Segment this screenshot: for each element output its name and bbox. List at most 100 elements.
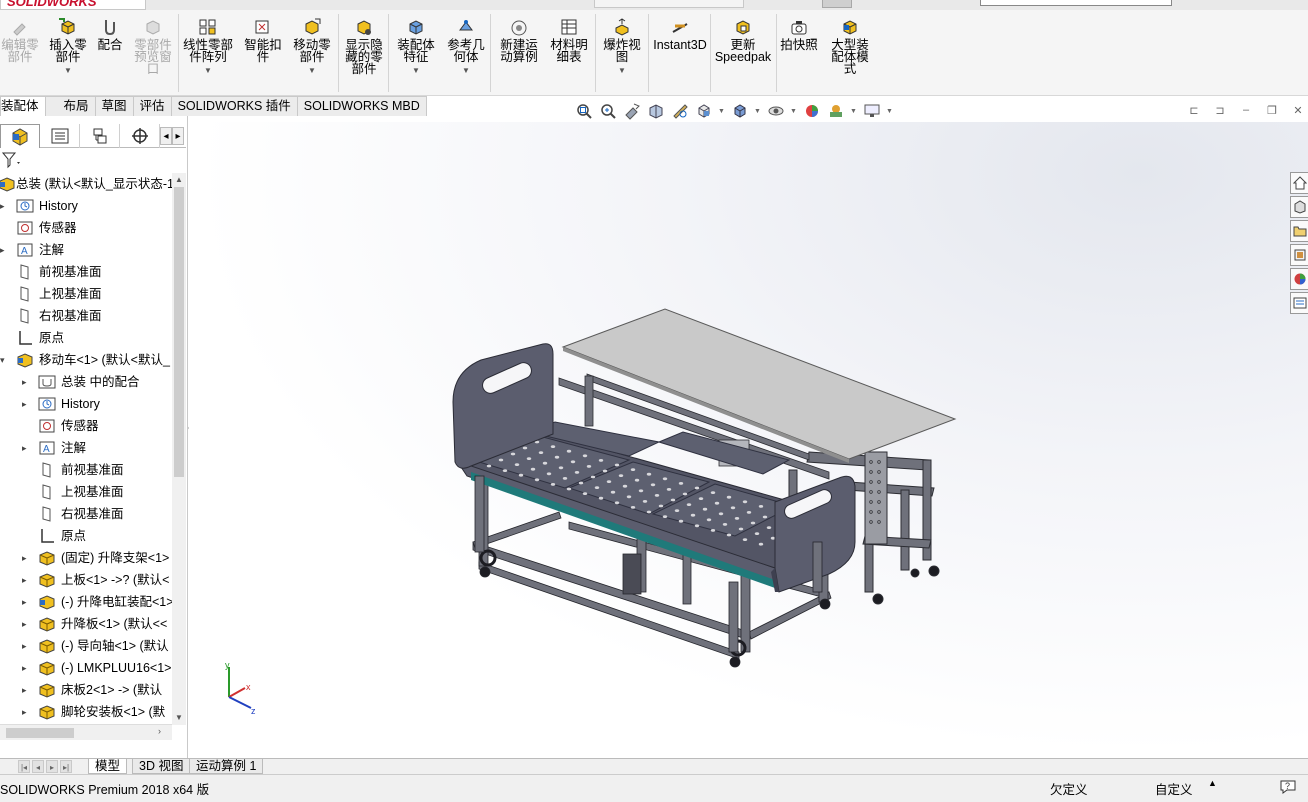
tree-expand-arrow[interactable]: ▸ [22, 569, 32, 591]
tree-item[interactable]: ▾ 移动车<1> (默认<默认_ [0, 349, 172, 371]
zoom-to-fit-icon[interactable] [574, 101, 594, 121]
hide-show-dropdown[interactable]: ▼ [790, 108, 798, 115]
tree-item[interactable]: ▸ 升降板<1> (默认<< [0, 613, 172, 635]
tree-expand-arrow[interactable]: ▸ [0, 195, 10, 217]
command-button-linear-pattern[interactable]: 线性零部 件阵列 ▼ [181, 18, 235, 77]
restore-icon[interactable]: ❐ [1264, 103, 1280, 117]
tree-expand-arrow[interactable]: ▸ [22, 701, 32, 723]
title-toolbar-button[interactable] [822, 0, 852, 8]
command-button-move-component[interactable]: 移动零 部件 ▼ [292, 18, 332, 77]
solidworks-logo[interactable]: SOLIDWORKS [0, 0, 146, 10]
tree-item[interactable]: ▸ (固定) 升降支架<1> [0, 547, 172, 569]
panel-scroll-left[interactable]: ◂ [160, 127, 172, 145]
command-dropdown-arrow[interactable]: ▼ [64, 65, 72, 77]
zoom-to-area-icon[interactable] [598, 101, 618, 121]
command-button-speedpak[interactable]: 更新 Speedpak [715, 18, 771, 63]
solidworks-resources-icon[interactable] [1290, 172, 1308, 194]
tree-expand-arrow[interactable]: ▸ [22, 371, 32, 393]
command-dropdown-arrow[interactable]: ▼ [308, 65, 316, 77]
feature-manager-tab[interactable] [0, 124, 40, 148]
design-library-icon[interactable] [1290, 196, 1308, 218]
graphics-area[interactable]: y x z [189, 122, 1308, 758]
tab-5[interactable]: SOLIDWORKS MBD [296, 96, 427, 116]
tree-item[interactable]: ▸ A 注解 [0, 239, 172, 261]
command-button-exploded-view[interactable]: 爆炸视 图 ▼ [600, 18, 644, 77]
previous-tab-button[interactable]: ◂ [32, 760, 44, 773]
tree-item[interactable]: 传感器 [0, 415, 172, 437]
first-tab-button[interactable]: |◂ [18, 760, 30, 773]
tree-item[interactable]: 原点 [0, 327, 172, 349]
view-palette-icon[interactable] [1290, 244, 1308, 266]
status-units[interactable]: 自定义 [1155, 779, 1193, 798]
tab-2[interactable]: 草图 [94, 96, 134, 116]
tree-item[interactable]: ▸ (-) 导向轴<1> (默认 [0, 635, 172, 657]
command-dropdown-arrow[interactable]: ▼ [618, 65, 626, 77]
tree-item[interactable]: ▸ 上板<1> ->? (默认< [0, 569, 172, 591]
appearances-icon[interactable] [1290, 268, 1308, 290]
command-button-bom[interactable]: 材料明 细表 [549, 18, 589, 63]
tree-item[interactable]: 右视基准面 [0, 305, 172, 327]
view-orientation-icon[interactable] [694, 101, 714, 121]
tab-0[interactable]: 装配体 [0, 96, 46, 116]
command-button-instant3d[interactable]: Instant3D [653, 18, 707, 51]
hide-show-items-icon[interactable] [766, 101, 786, 121]
tree-item[interactable]: ▸ History [0, 393, 172, 415]
tree-item[interactable]: ▸ A 注解 [0, 437, 172, 459]
tab-4[interactable]: SOLIDWORKS 插件 [170, 96, 298, 116]
tab-3[interactable]: 评估 [132, 96, 172, 116]
command-button-show-hidden[interactable]: 显示隐 藏的零 部件 [344, 18, 384, 75]
apply-scene-icon[interactable] [826, 101, 846, 121]
custom-properties-icon[interactable] [1290, 292, 1308, 314]
next-tab-button[interactable]: ▸ [46, 760, 58, 773]
command-dropdown-arrow[interactable]: ▼ [204, 65, 212, 77]
section-view-icon[interactable] [646, 101, 666, 121]
bottom-tab-1[interactable]: 3D 视图 [132, 759, 191, 774]
command-dropdown-arrow[interactable]: ▼ [462, 65, 470, 77]
tree-item[interactable]: ▸ History [0, 195, 172, 217]
tree-expand-arrow[interactable]: ▸ [22, 547, 32, 569]
tree-item[interactable]: ▸ 床板2<1> -> (默认 [0, 679, 172, 701]
units-dropdown-arrow[interactable]: ▲ [1208, 778, 1217, 788]
search-input[interactable] [980, 0, 1172, 6]
view-orientation-dropdown[interactable]: ▼ [718, 108, 726, 115]
tree-expand-arrow[interactable]: ▸ [22, 393, 32, 415]
tree-item[interactable]: 上视基准面 [0, 481, 172, 503]
tree-item[interactable]: 上视基准面 [0, 283, 172, 305]
tree-item[interactable]: ▸ (-) LMKPLUU16<1> [0, 657, 172, 679]
tree-vertical-scrollbar[interactable]: ▲ ▼ [172, 173, 186, 725]
tree-expand-arrow[interactable]: ▸ [22, 613, 32, 635]
tree-expand-arrow[interactable]: ▾ [0, 349, 10, 371]
previous-window-icon[interactable]: ⊏ [1186, 103, 1202, 117]
command-dropdown-arrow[interactable]: ▼ [412, 65, 420, 77]
previous-view-icon[interactable] [622, 101, 642, 121]
tab-1[interactable]: 布局 [44, 96, 96, 116]
display-style-icon[interactable] [730, 101, 750, 121]
tree-expand-arrow[interactable]: ▸ [22, 437, 32, 459]
command-button-assembly-features[interactable]: 装配体 特征 ▼ [396, 18, 436, 77]
scroll-right-arrow[interactable]: › [158, 726, 161, 736]
file-explorer-icon[interactable] [1290, 220, 1308, 242]
tree-item[interactable]: ▸ 脚轮安装板<1> (默 [0, 701, 172, 723]
tree-item[interactable]: ▾总装 (默认<默认_显示状态-1 [0, 173, 172, 195]
command-button-edit-component[interactable]: 编辑零 部件 [0, 18, 40, 63]
property-manager-tab[interactable] [40, 124, 80, 148]
tree-item[interactable]: 右视基准面 [0, 503, 172, 525]
tree-expand-arrow[interactable]: ▸ [22, 679, 32, 701]
tree-expand-arrow[interactable]: ▸ [22, 635, 32, 657]
apply-scene-dropdown[interactable]: ▼ [850, 108, 858, 115]
next-window-icon[interactable]: ⊐ [1212, 103, 1228, 117]
command-button-snapshot[interactable]: 拍快照 [779, 18, 819, 51]
tree-item[interactable]: 前视基准面 [0, 261, 172, 283]
tree-expand-arrow[interactable]: ▸ [22, 591, 32, 613]
command-button-mate[interactable]: 配合 [96, 18, 124, 51]
last-tab-button[interactable]: ▸| [60, 760, 72, 773]
help-icon[interactable]: ? [1279, 777, 1297, 795]
bottom-tab-2[interactable]: 运动算例 1 [189, 759, 264, 774]
panel-scroll-right[interactable]: ▸ [172, 127, 184, 145]
close-icon[interactable]: ✕ [1290, 103, 1306, 117]
command-button-insert-component[interactable]: 插入零 部件 ▼ [48, 18, 88, 77]
command-button-large-assembly[interactable]: 大型装 配体模 式 [828, 18, 872, 75]
command-button-reference-geometry[interactable]: 参考几 何体 ▼ [446, 18, 486, 77]
tree-horizontal-scrollbar[interactable]: › [0, 724, 172, 740]
command-button-motion-study[interactable]: 新建运 动算例 [497, 18, 541, 63]
